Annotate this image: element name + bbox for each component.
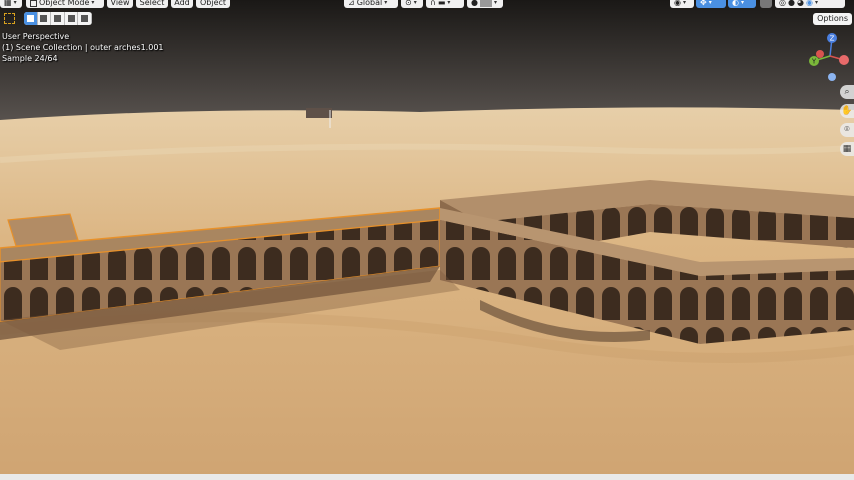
selection-mode-group bbox=[24, 12, 92, 25]
neg-x-axis-handle[interactable] bbox=[816, 50, 824, 58]
shading-modes: ◎ ● ◕ ◉ ▾ bbox=[775, 0, 845, 8]
zoom-button[interactable]: ⌕ bbox=[840, 85, 854, 99]
chevron-down-icon[interactable]: ▾ bbox=[815, 0, 818, 8]
solid-shading-icon[interactable]: ● bbox=[788, 0, 795, 8]
invert-selection-icon[interactable] bbox=[65, 12, 79, 25]
3d-viewport[interactable] bbox=[0, 0, 854, 480]
magnet-icon: ∩ bbox=[430, 0, 436, 7]
visibility-icon: ◉ bbox=[674, 0, 681, 7]
mode-label: Object Mode bbox=[39, 0, 90, 7]
proportional-edit-icon: ● bbox=[471, 0, 478, 7]
pivot-icon: ⊙ bbox=[405, 0, 412, 7]
transform-orientation-select[interactable]: ⊿ Global ▾ bbox=[344, 0, 398, 8]
chevron-down-icon: ▾ bbox=[413, 0, 417, 6]
overlay-icon: ◐ bbox=[732, 0, 739, 7]
object-mode-icon bbox=[30, 0, 37, 7]
proportional-edit-select[interactable]: ● ▾ bbox=[467, 0, 503, 8]
overlay-toggle[interactable]: ◐ ▾ bbox=[728, 0, 756, 8]
rendered-shading-icon[interactable]: ◉ bbox=[806, 0, 813, 8]
menu-label: Select bbox=[139, 0, 165, 7]
ortho-toggle-button[interactable]: ▦ bbox=[840, 142, 854, 156]
snap-select[interactable]: ∩ ▬ ▾ bbox=[426, 0, 464, 8]
courtyard-arcade bbox=[440, 180, 854, 344]
distant-building bbox=[306, 108, 332, 118]
orientation-label: Global bbox=[356, 0, 383, 7]
pan-icon: ✋ bbox=[841, 106, 853, 116]
y-axis-label: Y bbox=[811, 58, 817, 66]
axes-icon: ⊿ bbox=[348, 0, 355, 7]
extend-selection-icon[interactable] bbox=[38, 12, 52, 25]
menu-label: Object bbox=[199, 0, 227, 7]
gizmo-icon: ✥ bbox=[700, 0, 707, 7]
grid-icon: ▦ bbox=[842, 144, 852, 154]
chevron-down-icon: ▾ bbox=[682, 0, 686, 6]
viewport-header: ▦ ▾ Object Mode ▾ View Select Add Object … bbox=[0, 0, 854, 10]
chevron-down-icon: ▾ bbox=[493, 0, 497, 6]
options-button[interactable]: Options bbox=[813, 13, 852, 25]
xray-toggle[interactable] bbox=[760, 0, 772, 8]
wireframe-shading-icon[interactable]: ◎ bbox=[779, 0, 786, 8]
menu-view[interactable]: View bbox=[107, 0, 133, 8]
pivot-point-select[interactable]: ⊙ ▾ bbox=[401, 0, 423, 8]
options-label: Options bbox=[817, 14, 848, 23]
menu-object[interactable]: Object bbox=[196, 0, 230, 8]
render-scene bbox=[0, 0, 854, 480]
intersect-selection-icon[interactable] bbox=[78, 12, 92, 25]
select-box-icon[interactable] bbox=[4, 13, 15, 24]
material-shading-icon[interactable]: ◕ bbox=[797, 0, 804, 8]
collection-info: (1) Scene Collection | outer arches1.001 bbox=[2, 43, 164, 52]
status-bar bbox=[0, 474, 854, 480]
chevron-down-icon: ▾ bbox=[91, 0, 95, 6]
sky bbox=[0, 0, 854, 125]
camera-view-button[interactable]: ⌾ bbox=[840, 123, 854, 137]
visibility-select[interactable]: ◉ ▾ bbox=[670, 0, 694, 8]
chevron-down-icon: ▾ bbox=[384, 0, 388, 6]
gizmo-toggle[interactable]: ✥ ▾ bbox=[696, 0, 726, 8]
chevron-down-icon: ▾ bbox=[13, 0, 17, 6]
set-selection-icon[interactable] bbox=[24, 12, 38, 25]
zoom-icon: ⌕ bbox=[844, 87, 850, 97]
snap-target-icon: ▬ bbox=[437, 0, 446, 7]
menu-add[interactable]: Add bbox=[171, 0, 193, 8]
menu-label: Add bbox=[174, 0, 190, 7]
navigation-gizmo[interactable]: Z Y bbox=[800, 30, 854, 86]
neg-z-axis-handle[interactable] bbox=[828, 73, 836, 81]
subtract-selection-icon[interactable] bbox=[51, 12, 65, 25]
view-name: User Perspective bbox=[2, 32, 70, 41]
chevron-down-icon: ▾ bbox=[740, 0, 744, 6]
x-axis-handle[interactable] bbox=[839, 55, 849, 65]
menu-label: View bbox=[110, 0, 130, 7]
editor-type-button[interactable]: ▦ ▾ bbox=[0, 0, 22, 8]
mode-select[interactable]: Object Mode ▾ bbox=[26, 0, 104, 8]
chevron-down-icon: ▾ bbox=[447, 0, 451, 6]
pan-button[interactable]: ✋ bbox=[840, 104, 854, 118]
render-sample: Sample 24/64 bbox=[2, 54, 58, 63]
camera-icon: ⌾ bbox=[844, 125, 850, 135]
z-axis-label: Z bbox=[830, 35, 835, 43]
menu-select[interactable]: Select bbox=[136, 0, 168, 8]
chevron-down-icon: ▾ bbox=[708, 0, 712, 6]
grid-icon: ▦ bbox=[4, 0, 12, 7]
